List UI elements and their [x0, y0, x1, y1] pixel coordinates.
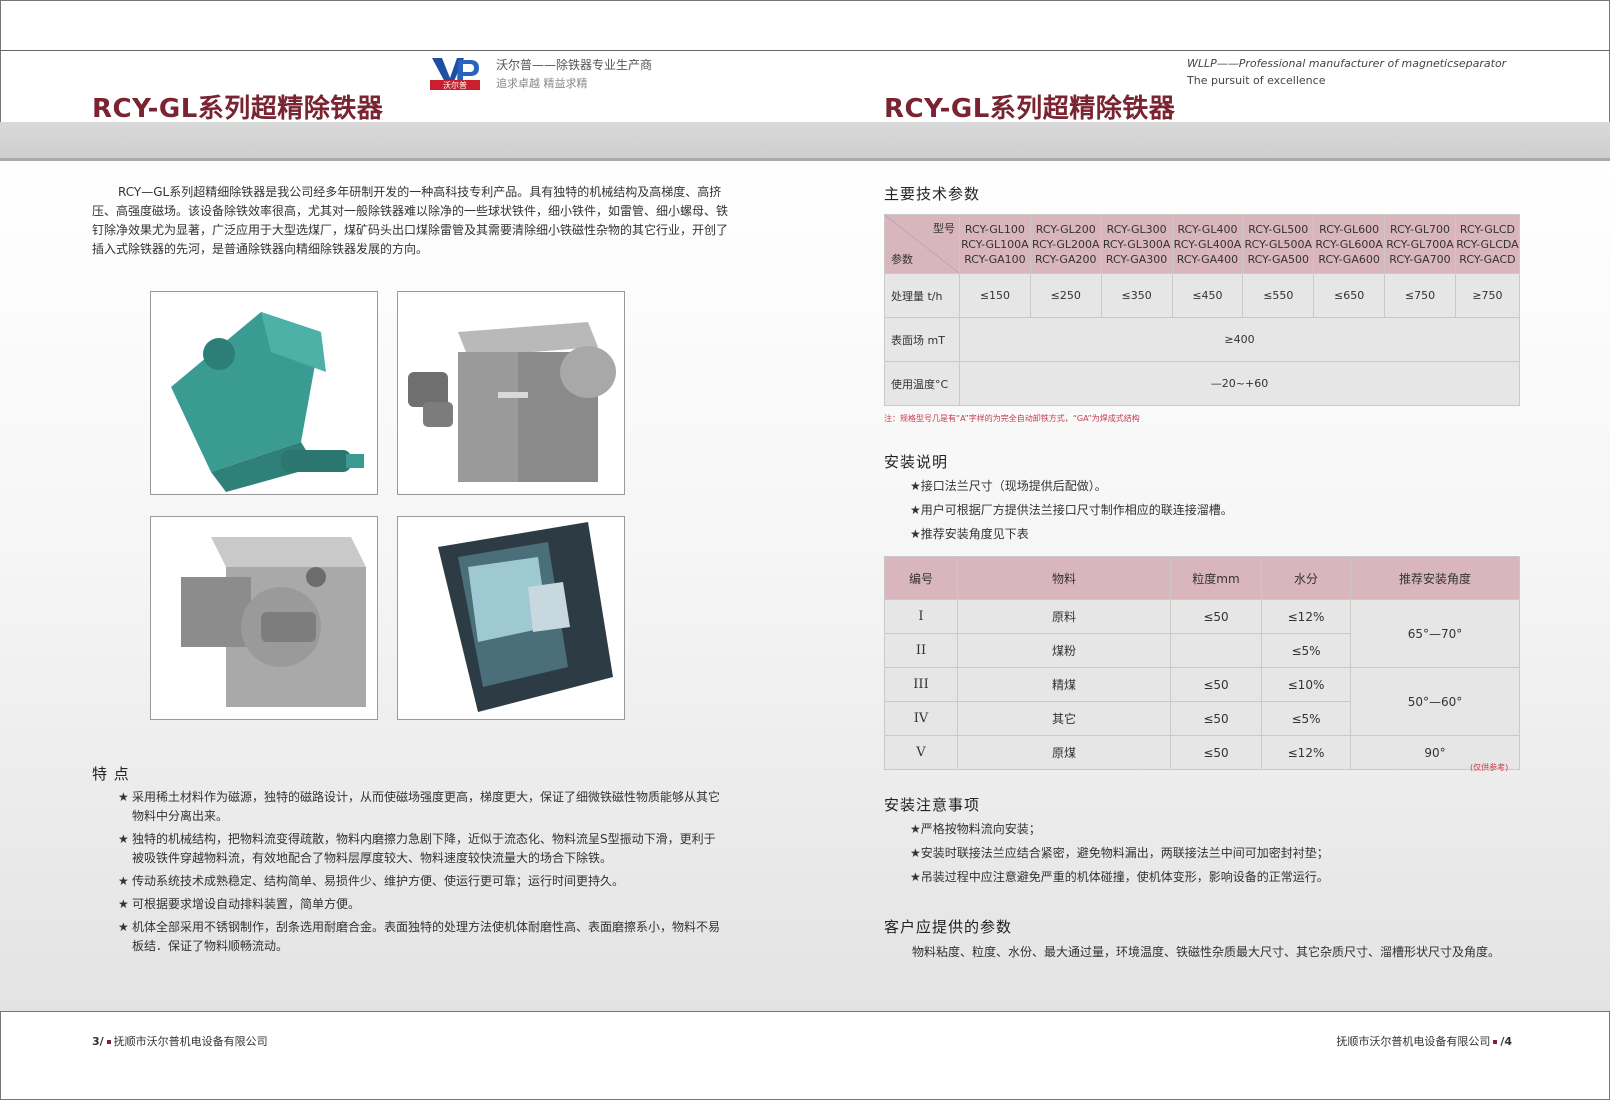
angle-row: I 原料 ≤50 ≤12% 65°—70°: [884, 599, 1520, 668]
caution-item: ★吊装过程中应注意避免严重的机体碰撞，使机体变形，影响设备的正常运行。: [910, 870, 1329, 884]
spec-model-cell: RCY-GL500 RCY-GL500A RCY-GA500: [1242, 214, 1315, 274]
spec-row-temperature: 使用温度°C —20~+60: [884, 361, 1520, 406]
spec-heading: 主要技术参数: [884, 185, 981, 203]
star-icon: ★: [118, 832, 129, 846]
spec-diag-cell: 型号 参数: [884, 214, 960, 274]
install-heading: 安装说明: [884, 453, 949, 471]
spec-header-row: 型号 参数 RCY-GL100 RCY-GL100A RCY-GA100 RCY-…: [884, 214, 1521, 274]
header-rule: [0, 50, 1610, 51]
right-footer-company: 抚顺市沃尔普机电设备有限公司: [1336, 1035, 1491, 1048]
brand-tagline-en: WLLP——Professional manufacturer of magne…: [1187, 57, 1507, 70]
install-item: ★接口法兰尺寸（现场提供后配做）。: [910, 479, 1107, 493]
star-icon: ★: [118, 920, 129, 934]
product-photo-3: [150, 516, 378, 720]
spec-row-capacity: 处理量 t/h ≤150 ≤250 ≤350 ≤450 ≤550 ≤650 ≤7…: [884, 273, 1521, 318]
spec-model-cell: RCY-GL200 RCY-GL200A RCY-GA200: [1029, 214, 1102, 274]
feature-item: ★ 可根据要求增设自动排料装置，简单方便。: [118, 895, 724, 914]
product-photo-2: [397, 291, 625, 495]
angle-row: III 精煤 ≤50 ≤10% 50°—60°: [884, 667, 1520, 736]
spec-note: 注：规格型号几是有“A”字样的为完全自动卸铁方式，“GA”为焊成式结构: [884, 414, 1140, 423]
install-list: ★接口法兰尺寸（现场提供后配做）。 ★用户可根据厂方提供法兰接口尺寸制作相应的联…: [910, 474, 1233, 546]
logo-text: 沃尔普: [443, 80, 467, 90]
spec-table: 型号 参数 RCY-GL100 RCY-GL100A RCY-GA100 RCY-…: [884, 214, 1521, 406]
left-footer: 3/抚顺市沃尔普机电设备有限公司: [92, 1033, 268, 1049]
feature-item: ★ 独特的机械结构，把物料流变得疏散，物料内磨擦力急剧下降，近似于流态化、物料流呈…: [118, 832, 716, 865]
star-icon: ★: [118, 790, 129, 804]
caution-list: ★严格按物料流向安装； ★安装时联接法兰应结合紧密，避免物料漏出，两联接法兰中间…: [910, 817, 1329, 889]
caution-heading: 安装注意事项: [884, 796, 981, 814]
product-photo-4: [397, 516, 625, 720]
angle-table: 编号 物料 粒度mm 水分 推荐安装角度 I 原料 ≤50 ≤12% 65°—7…: [884, 556, 1520, 770]
features-list: ★ 采用稀土材料作为磁源，独特的磁路设计，从而使磁场强度更高，梯度更大，保证了细微…: [118, 788, 724, 960]
angle-value: 50°—60°: [1350, 667, 1520, 736]
client-params-text: 物料粘度、粒度、水份、最大通过量，环境温度、铁磁性杂质最大尺寸、其它杂质尺寸、溜…: [912, 945, 1501, 959]
footer-rule: [0, 1011, 1610, 1012]
feature-item: ★ 机体全部采用不锈钢制作，刮条选用耐磨合金。表面独特的处理方法使机体耐磨性高、表…: [118, 920, 721, 953]
spec-model-cell: RCY-GL100 RCY-GL100A RCY-GA100: [959, 214, 1031, 274]
brand-slogan-cn: 追求卓越 精益求精: [496, 77, 588, 90]
features-heading: 特 点: [92, 765, 130, 783]
left-page-number: 3/: [92, 1035, 104, 1048]
angle-row: V 原煤 ≤50 ≤12% 90°: [884, 735, 1520, 770]
spec-model-cell: RCY-GL600 RCY-GL600A RCY-GA600: [1313, 214, 1386, 274]
install-item: ★用户可根据厂方提供法兰接口尺寸制作相应的联连接溜槽。: [910, 503, 1233, 517]
product-photo-1: [150, 291, 378, 495]
brand-tagline-cn: 沃尔普——除铁器专业生产商: [496, 58, 653, 72]
feature-item: ★ 采用稀土材料作为磁源，独特的磁路设计，从而使磁场强度更高，梯度更大，保证了细微…: [118, 790, 721, 823]
left-page-title: RCY-GL系列超精除铁器: [92, 94, 384, 124]
spec-model-cell: RCY-GL400 RCY-GL400A RCY-GA400: [1171, 214, 1244, 274]
caution-item: ★严格按物料流向安装；: [910, 822, 1041, 836]
brand-slogan-en: The pursuit of excellence: [1187, 74, 1326, 87]
star-icon: ★: [118, 874, 129, 888]
spec-model-cell: RCY-GL300 RCY-GL300A RCY-GA300: [1100, 214, 1173, 274]
install-item: ★推荐安装角度见下表: [910, 527, 1029, 541]
right-footer: 抚顺市沃尔普机电设备有限公司/4: [1336, 1033, 1512, 1049]
spec-model-cell: RCY-GLCD RCY-GLCDA RCY-GACD: [1454, 214, 1521, 274]
feature-item: ★ 传动系统技术成熟稳定、结构简单、易损件少、维护方便、使运行更可靠；运行时间更持…: [118, 872, 724, 891]
left-footer-company: 抚顺市沃尔普机电设备有限公司: [113, 1035, 268, 1048]
spec-row-field: 表面场 mT ≥400: [884, 317, 1520, 362]
star-icon: ★: [118, 897, 129, 911]
intro-paragraph: RCY—GL系列超精细除铁器是我公司经多年研制开发的一种高科技专利产品。具有独特…: [92, 185, 729, 256]
right-page-number: /4: [1500, 1035, 1512, 1048]
client-params-heading: 客户应提供的参数: [884, 918, 1013, 936]
angle-note: (仅供参考): [1470, 763, 1509, 772]
angle-header-row: 编号 物料 粒度mm 水分 推荐安装角度: [884, 556, 1520, 600]
title-band: [0, 122, 1610, 161]
angle-value: 65°—70°: [1350, 599, 1520, 668]
caution-item: ★安装时联接法兰应结合紧密，避免物料漏出，两联接法兰中间可加密封衬垫；: [910, 846, 1329, 860]
company-logo: 沃尔普: [430, 56, 480, 90]
spec-model-cell: RCY-GL700 RCY-GL700A RCY-GA700: [1384, 214, 1456, 274]
right-page-title: RCY-GL系列超精除铁器: [884, 94, 1176, 124]
